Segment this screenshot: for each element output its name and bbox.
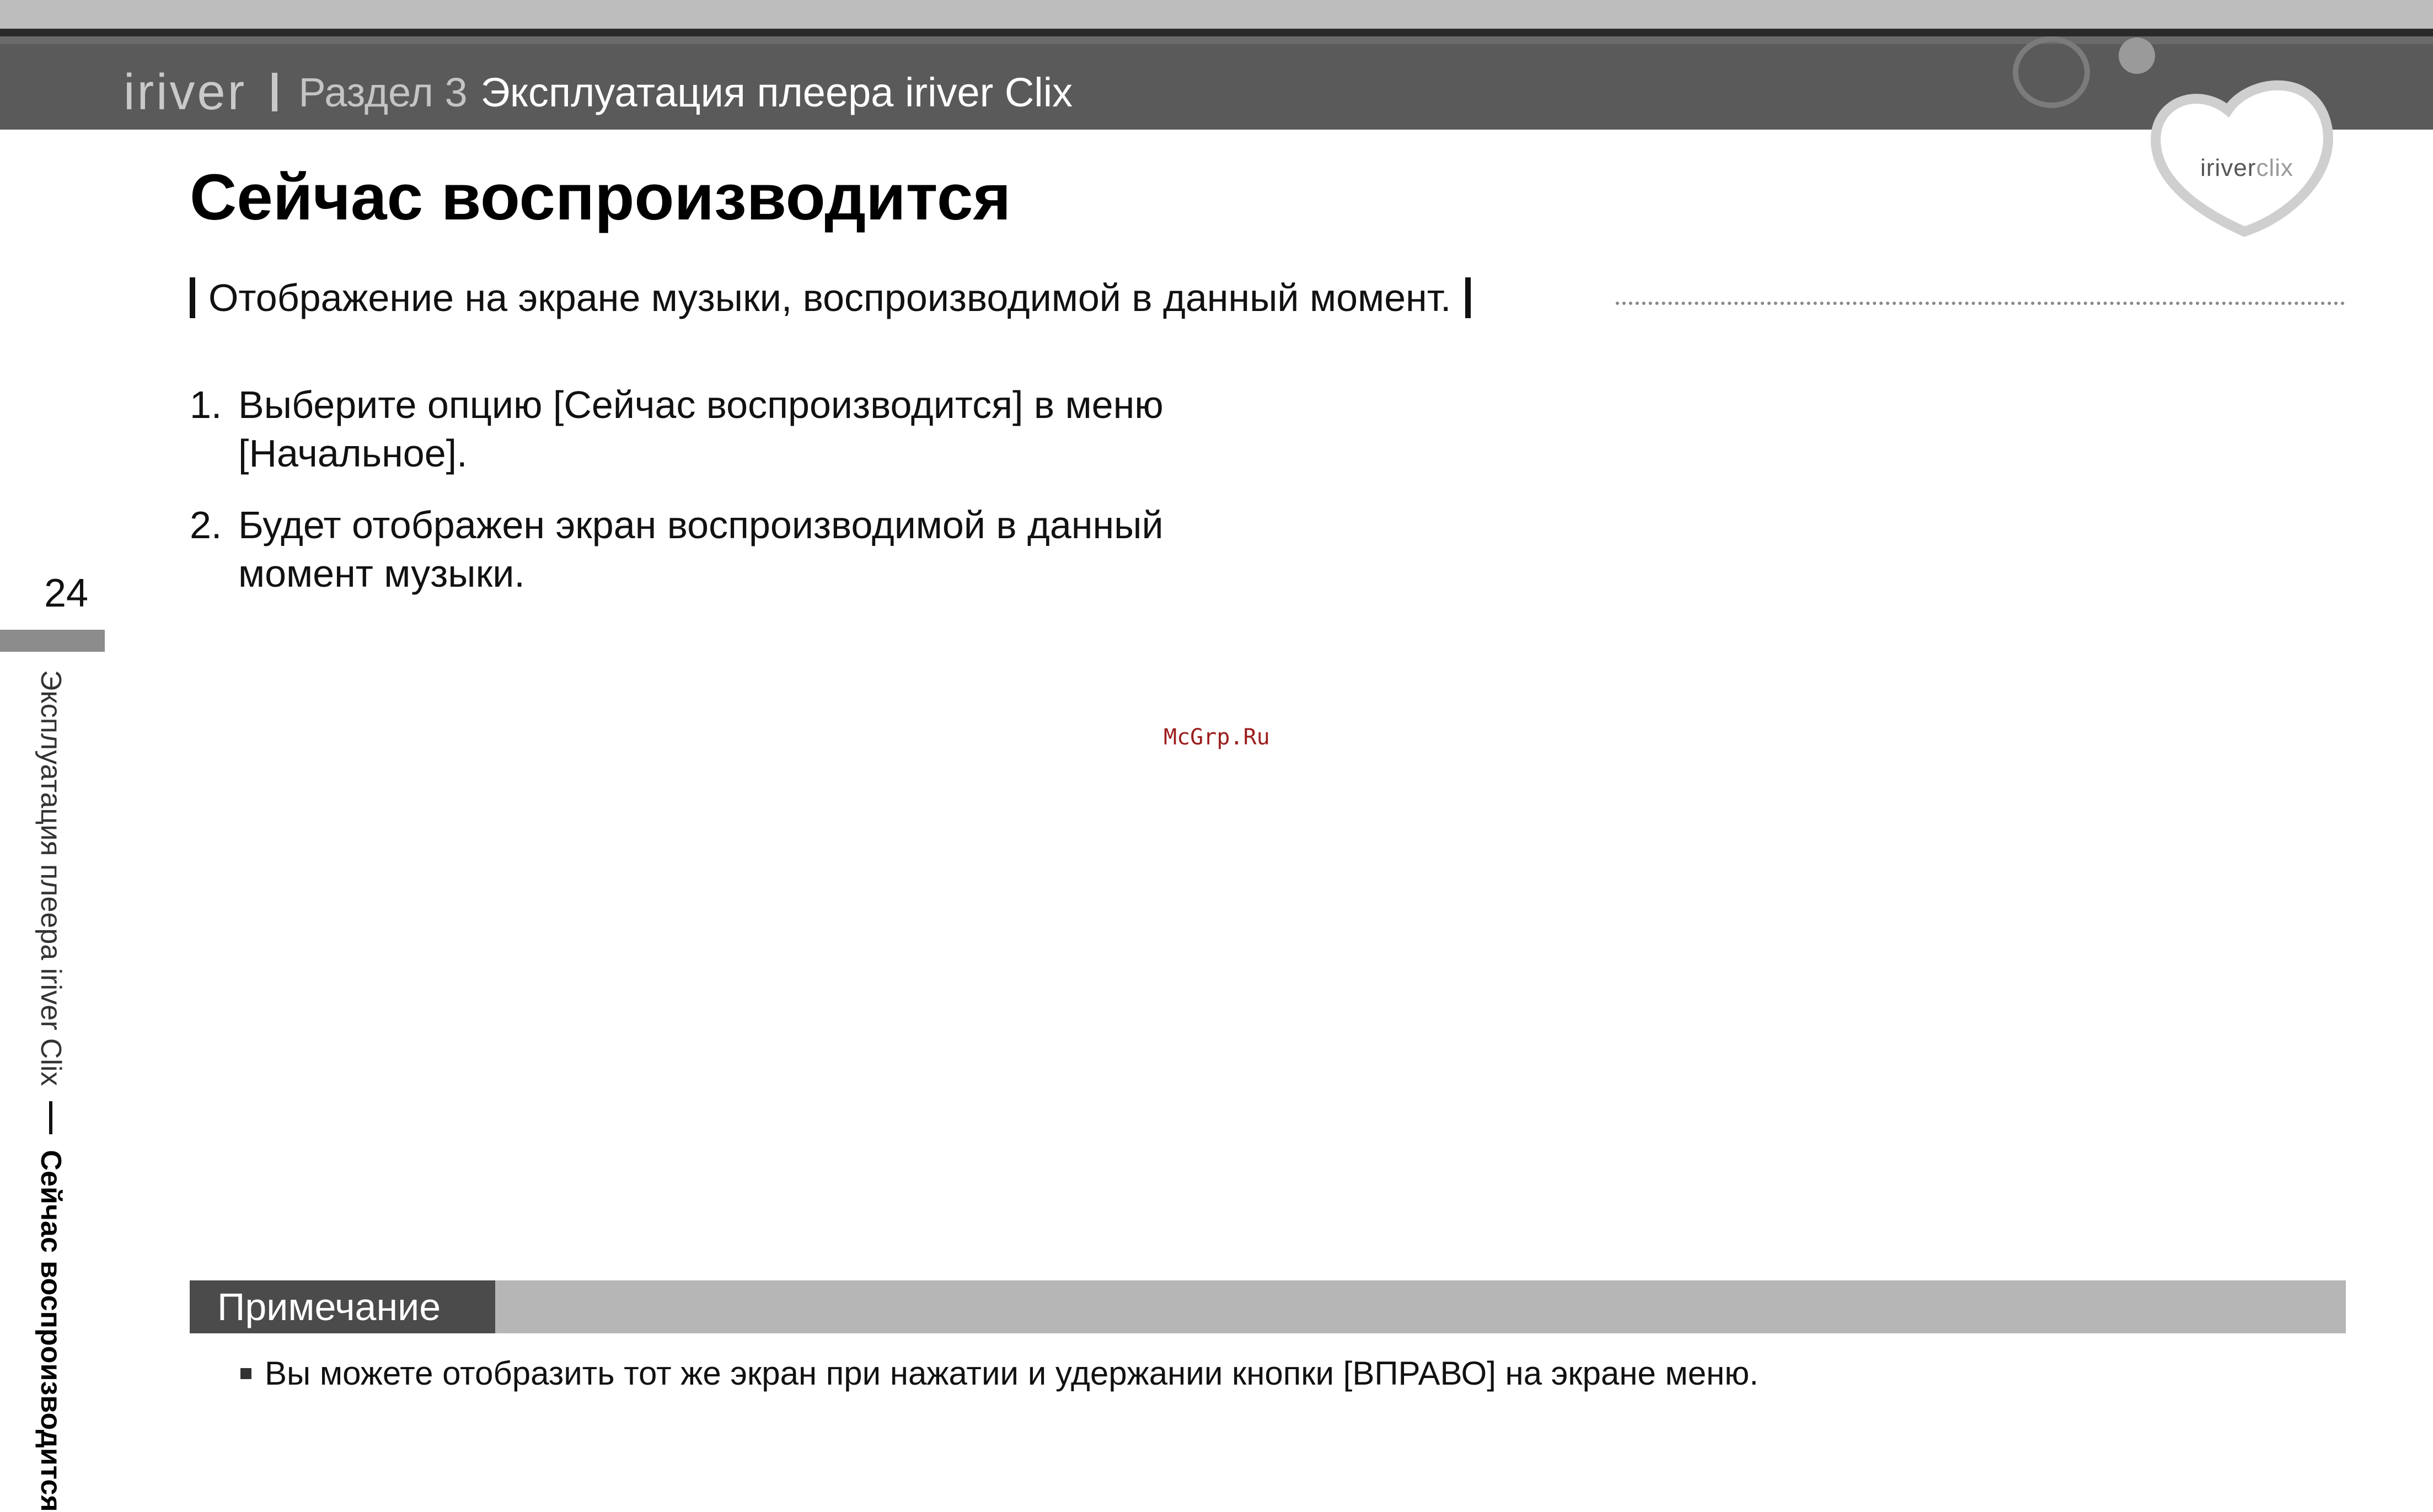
decorative-ring xyxy=(2013,36,2090,108)
note-item: Вы можете отобразить тот же экран при на… xyxy=(240,1354,1759,1392)
subtitle-bar-left xyxy=(190,277,195,318)
header-title-row: iriver Раздел 3 Эксплуатация плеера iriv… xyxy=(124,56,1073,128)
header-top-band xyxy=(0,0,2433,29)
step-text: Выберите опцию [Сейчас воспроизводится] … xyxy=(238,383,1164,475)
bullet-icon xyxy=(240,1368,251,1379)
side-separator xyxy=(49,1101,52,1135)
watermark: McGrp.Ru xyxy=(1164,725,1270,750)
side-current-topic: Сейчас воспроизводится xyxy=(35,1150,67,1512)
step-number: 2. xyxy=(190,503,222,546)
step-item: 1. Выберите опцию [Сейчас воспроизводитс… xyxy=(190,380,1286,478)
page-subtitle: Отображение на экране музыки, воспроизво… xyxy=(190,276,1471,320)
side-chapter: Эксплуатация плеера iriver Clix xyxy=(35,670,67,1086)
page-title: Сейчас воспроизводится xyxy=(190,161,1011,234)
brand-name: iriver xyxy=(124,63,247,120)
subtitle-bar-right xyxy=(1465,277,1471,318)
side-breadcrumb: Эксплуатация плеера iriver Clix Сейчас в… xyxy=(34,670,67,1512)
page-number: 24 xyxy=(44,571,89,615)
step-item: 2. Будет отображен экран воспроизводимой… xyxy=(190,501,1286,598)
instruction-steps: 1. Выберите опцию [Сейчас воспроизводитс… xyxy=(190,380,1286,621)
step-number: 1. xyxy=(190,383,222,426)
note-band xyxy=(190,1280,2346,1333)
logo-wordmark: iriverclix xyxy=(2200,154,2293,181)
note-text: Вы можете отобразить тот же экран при на… xyxy=(265,1355,1759,1392)
chapter-title: Эксплуатация плеера iriver Clix xyxy=(480,69,1073,115)
note-label: Примечание xyxy=(190,1280,495,1333)
subtitle-dotted-rule xyxy=(1616,302,2345,305)
subtitle-text: Отображение на экране музыки, воспроизво… xyxy=(208,276,1451,319)
step-text: Будет отображен экран воспроизводимой в … xyxy=(238,503,1164,595)
section-label: Раздел 3 xyxy=(298,69,468,115)
header-divider-line xyxy=(0,29,2433,36)
header-separator xyxy=(272,73,278,111)
page-number-bar xyxy=(0,630,105,652)
